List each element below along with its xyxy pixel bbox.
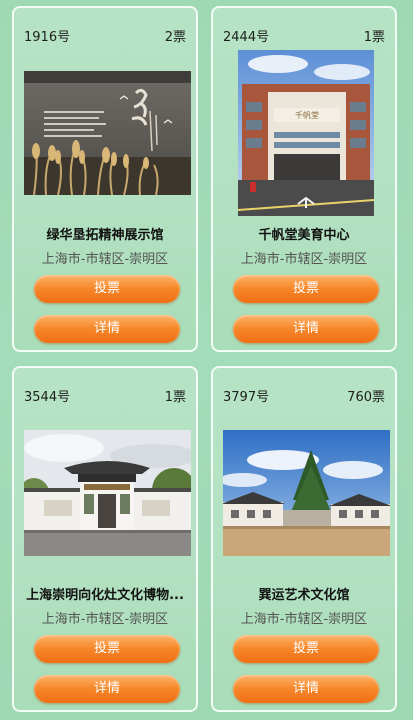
- svg-text:千帆堂: 千帆堂: [295, 110, 319, 120]
- detail-button[interactable]: 详情: [34, 315, 180, 343]
- vote-count: 760票: [347, 390, 385, 405]
- venue-photo[interactable]: [223, 430, 390, 556]
- venue-photo[interactable]: [24, 430, 191, 556]
- venue-photo[interactable]: 千帆堂: [238, 50, 374, 216]
- vote-button[interactable]: 投票: [233, 275, 379, 303]
- venue-card[interactable]: 1916号 2票 绿华垦拓精神展示馆 上海市-市辖区-崇明区 投票 详情: [12, 6, 198, 352]
- venue-card[interactable]: 3544号 1票 上海崇明向化灶文化博物... 上海市-市辖区-崇明区 投票 详…: [12, 366, 198, 712]
- entry-number: 1916号: [24, 30, 71, 45]
- venue-title[interactable]: 千帆堂美育中心: [219, 224, 389, 243]
- vote-button[interactable]: 投票: [34, 275, 180, 303]
- entry-number: 3544号: [24, 390, 71, 405]
- vote-count: 1票: [164, 390, 186, 405]
- detail-button[interactable]: 详情: [233, 675, 379, 703]
- venue-title[interactable]: 绿华垦拓精神展示馆: [20, 224, 190, 243]
- vote-count: 2票: [164, 30, 186, 45]
- venue-title[interactable]: 上海崇明向化灶文化博物...: [20, 584, 190, 603]
- venue-grid: 1916号 2票 绿华垦拓精神展示馆 上海市-市辖区-崇明区 投票 详情 244…: [0, 0, 413, 720]
- vote-button[interactable]: 投票: [233, 635, 379, 663]
- venue-title[interactable]: 巽运艺术文化馆: [219, 584, 389, 603]
- venue-card[interactable]: 2444号 1票 千帆堂 千帆堂美育中心 上海市-市辖区-崇明区 投票 详情: [211, 6, 397, 352]
- vote-count: 1票: [363, 30, 385, 45]
- detail-button[interactable]: 详情: [233, 315, 379, 343]
- venue-region: 上海市-市辖区-崇明区: [240, 612, 368, 627]
- venue-region: 上海市-市辖区-崇明区: [41, 612, 169, 627]
- venue-card[interactable]: 3797号 760票 巽运艺术文化馆 上海市-市辖区-崇明区 投票 详情: [211, 366, 397, 712]
- venue-region: 上海市-市辖区-崇明区: [240, 252, 368, 267]
- vote-button[interactable]: 投票: [34, 635, 180, 663]
- entry-number: 2444号: [223, 30, 270, 45]
- detail-button[interactable]: 详情: [34, 675, 180, 703]
- entry-number: 3797号: [223, 390, 270, 405]
- venue-photo[interactable]: [24, 71, 191, 195]
- venue-region: 上海市-市辖区-崇明区: [41, 252, 169, 267]
